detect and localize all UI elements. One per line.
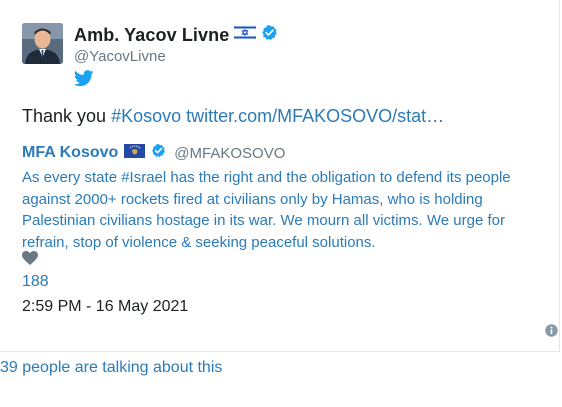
author-handle[interactable]: @YacovLivne: [74, 48, 166, 65]
quoted-display-name[interactable]: MFA Kosovo: [22, 144, 118, 162]
author-display-name[interactable]: Amb. Yacov Livne: [74, 25, 229, 46]
embedded-tweet-card: Amb. Yacov Livne @YacovLivne Thank you #…: [0, 0, 560, 352]
like-count[interactable]: 188: [22, 273, 49, 291]
quoted-tweet-link[interactable]: twitter.com/MFAKOSOVO/stat…: [181, 106, 444, 126]
talking-about-this-link[interactable]: 39 people are talking about this: [0, 359, 222, 377]
verified-badge-icon: [261, 24, 278, 46]
quoted-tweet[interactable]: MFA Kosovo @MFAKOSOVO As every state #Is…: [22, 143, 542, 253]
avatar[interactable]: [22, 23, 63, 64]
quoted-handle[interactable]: @MFAKOSOVO: [174, 145, 285, 162]
quoted-tweet-text: As every state #Israel has the right and…: [22, 169, 511, 251]
tweet-text: Thank you #Kosovo twitter.com/MFAKOSOVO/…: [22, 106, 444, 127]
tweet-timestamp[interactable]: 2:59 PM - 16 May 2021: [22, 298, 188, 316]
hashtag-link[interactable]: #Kosovo: [111, 106, 181, 126]
twitter-bird-icon[interactable]: [73, 70, 94, 92]
kosovo-flag-icon: [124, 143, 146, 163]
quoted-tweet-header: MFA Kosovo @MFAKOSOVO: [22, 143, 542, 163]
info-icon[interactable]: [545, 324, 558, 342]
author-name-row: Amb. Yacov Livne: [74, 24, 278, 46]
heart-icon[interactable]: [22, 251, 38, 270]
israel-flag-icon: [234, 24, 257, 45]
tweet-text-prefix: Thank you: [22, 106, 112, 126]
verified-badge-icon: [151, 143, 166, 163]
